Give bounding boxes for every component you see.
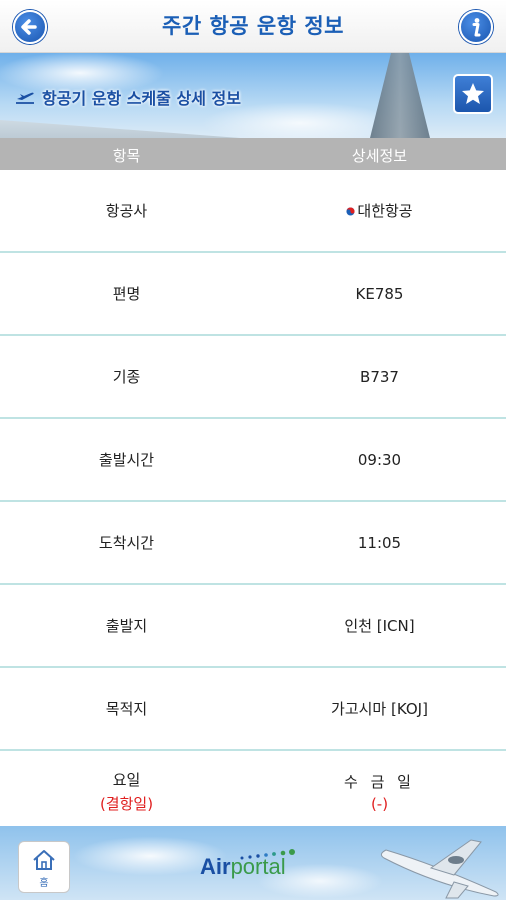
airplane-graphic xyxy=(380,839,499,899)
table-row-arrival-time: 도착시간 11:05 xyxy=(0,502,506,585)
row-value: 11:05 xyxy=(357,533,402,552)
row-label: 도착시간 xyxy=(98,534,155,552)
row-label: 출발시간 xyxy=(98,451,155,469)
logo-dots-icon xyxy=(240,849,295,860)
column-header-detail: 상세정보 xyxy=(351,147,408,165)
table-row-destination: 목적지 가고시마 [KOJ] xyxy=(0,668,506,751)
row-value: 수 금 일 xyxy=(344,772,415,791)
info-icon xyxy=(472,18,481,37)
app-footer: 홈 Airportal xyxy=(0,826,506,900)
star-icon xyxy=(462,83,484,104)
row-label: 편명 xyxy=(112,285,141,303)
row-label: 목적지 xyxy=(105,700,148,718)
banner-subtitle-row: 항공기 운항 스케줄 상세 정보 xyxy=(14,85,241,109)
flight-detail-table: 항공사 대한항공 편명 KE785 기종 B737 출발시간 09:30 도착시… xyxy=(0,170,506,834)
row-value: B737 xyxy=(360,367,399,386)
row-value: 가고시마 [KOJ] xyxy=(331,700,428,718)
table-row-flight-number: 편명 KE785 xyxy=(0,253,506,336)
row-value: 인천 [ICN] xyxy=(344,617,415,635)
table-row-origin: 출발지 인천 [ICN] xyxy=(0,585,506,668)
airline-value-wrap: 대한항공 xyxy=(346,200,413,221)
cancelled-days-value: (-) xyxy=(370,794,389,813)
row-label: 출발지 xyxy=(105,617,148,635)
home-button[interactable]: 홈 xyxy=(18,841,70,893)
table-row-departure-time: 출발시간 09:30 xyxy=(0,419,506,502)
column-header-item: 항목 xyxy=(112,147,141,165)
row-label: 항공사 xyxy=(105,202,148,220)
home-label: 홈 xyxy=(39,878,49,889)
row-value: 09:30 xyxy=(357,450,402,469)
table-row-aircraft-type: 기종 B737 xyxy=(0,336,506,419)
schedule-banner: 항공기 운항 스케줄 상세 정보 xyxy=(0,53,506,138)
page-title: 주간 항공 운항 정보 xyxy=(162,14,344,38)
logo-air-text: Air xyxy=(200,854,231,879)
airplane-takeoff-icon xyxy=(14,89,36,105)
row-label: 요일 xyxy=(112,771,141,789)
table-row-airline: 항공사 대한항공 xyxy=(0,170,506,253)
favorite-button[interactable] xyxy=(453,74,493,114)
row-value: 대한항공 xyxy=(357,202,413,220)
home-icon xyxy=(33,850,55,870)
table-row-days: 요일 (결항일) 수 금 일 (-) xyxy=(0,751,506,834)
info-button[interactable] xyxy=(459,10,493,44)
runway-graphic xyxy=(370,53,430,138)
app-header: 주간 항공 운항 정보 xyxy=(0,0,506,53)
table-header: 항목 상세정보 xyxy=(0,138,506,170)
row-value: KE785 xyxy=(355,284,404,303)
row-label: 기종 xyxy=(112,368,141,386)
airline-logo-icon xyxy=(346,207,355,216)
banner-subtitle: 항공기 운항 스케줄 상세 정보 xyxy=(42,89,241,108)
airportal-logo: Airportal xyxy=(200,849,295,884)
cancelled-days-label: (결항일) xyxy=(99,795,154,813)
